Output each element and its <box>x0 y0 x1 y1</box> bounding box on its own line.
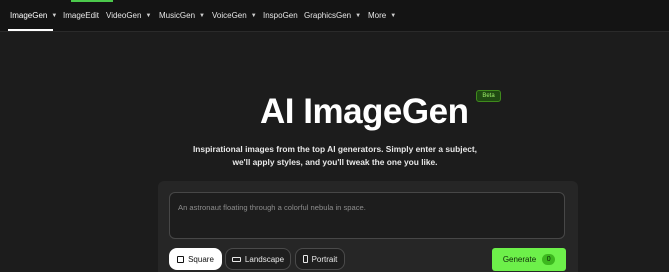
chevron-down-icon: ▼ <box>390 12 397 19</box>
subtitle-line-2: we'll apply styles, and you'll tweak the… <box>232 157 438 167</box>
landscape-icon <box>231 256 241 262</box>
aspect-landscape-button[interactable]: Landscape <box>225 248 291 270</box>
nav-item-inspogen[interactable]: InspoGen <box>263 0 298 31</box>
nav-item-more[interactable]: More ▼ <box>368 0 396 31</box>
nav-label: ImageEdit <box>63 11 100 20</box>
aspect-label: Portrait <box>311 254 338 264</box>
chevron-down-icon: ▼ <box>355 12 362 19</box>
nav-item-imageedit[interactable]: ImageEdit <box>63 0 99 31</box>
generate-button[interactable]: Generate 0 <box>492 248 566 271</box>
nav-item-videogen[interactable]: VideoGen ▼ <box>106 0 151 31</box>
nav-item-graphicsgen[interactable]: GraphicsGen ▼ <box>304 0 361 31</box>
chevron-down-icon: ▼ <box>250 12 257 19</box>
nav-label: ImageGen <box>10 11 48 20</box>
prompt-placeholder: An astronaut floating through a colorful… <box>178 203 366 212</box>
page-title: AI ImageGen <box>260 92 469 131</box>
chevron-down-icon: ▼ <box>51 12 58 19</box>
nav-label: GraphicsGen <box>304 11 352 20</box>
nav-item-voicegen[interactable]: VoiceGen ▼ <box>212 0 257 31</box>
nav-label: InspoGen <box>263 11 298 20</box>
aspect-square-button[interactable]: Square <box>169 248 222 270</box>
chevron-down-icon: ▼ <box>199 12 205 19</box>
aspect-portrait-button[interactable]: Portrait <box>295 248 345 270</box>
nav-item-imagegen[interactable]: ImageGen ▼ <box>10 0 57 31</box>
nav-item-musicgen[interactable]: MusicGen ▼ <box>159 0 205 31</box>
nav-label: More <box>368 11 387 20</box>
beta-badge: Beta <box>476 90 501 102</box>
subtitle-line-1: Inspirational images from the top AI gen… <box>192 144 478 154</box>
top-navigation: ImageGen ▼ ImageEdit VideoGen ▼ MusicGen ▼ … <box>0 0 669 32</box>
prompt-input[interactable] <box>169 192 565 239</box>
nav-label: VoiceGen <box>212 11 247 20</box>
chevron-down-icon: ▼ <box>145 12 152 19</box>
generate-label: Generate <box>502 255 537 264</box>
active-tab-indicator <box>8 29 53 31</box>
square-icon <box>177 255 185 263</box>
nav-label: VideoGen <box>106 11 142 20</box>
aspect-label: Landscape <box>244 254 285 264</box>
credit-count-badge: 0 <box>542 254 556 265</box>
aspect-label: Square <box>188 254 214 264</box>
portrait-icon <box>302 255 308 263</box>
nav-label: MusicGen <box>159 11 196 20</box>
